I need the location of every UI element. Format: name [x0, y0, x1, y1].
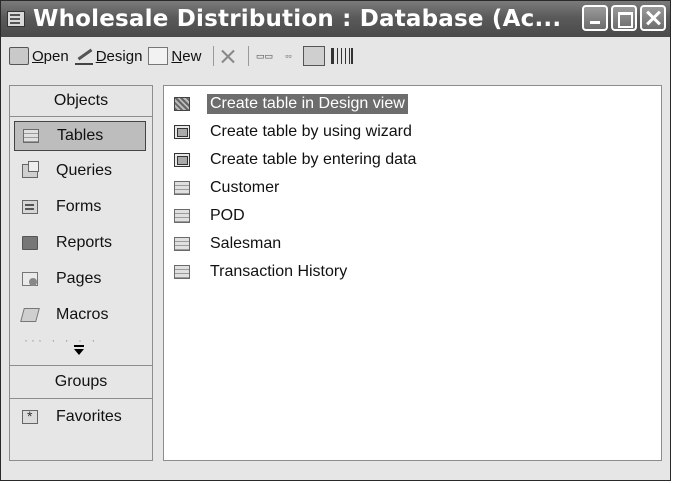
new-label: ew — [182, 47, 202, 65]
list-view-button[interactable] — [303, 46, 326, 66]
access-database-window: Wholesale Distribution : Database (Ac...… — [0, 0, 671, 481]
open-label-accel: O — [32, 47, 44, 65]
list-item-pod[interactable]: POD — [164, 202, 661, 230]
objects-header[interactable]: Objects — [10, 86, 152, 117]
table-icon — [174, 237, 190, 251]
open-icon — [9, 47, 29, 65]
delete-icon — [220, 48, 236, 64]
delete-button[interactable] — [220, 48, 236, 64]
details-view-button[interactable] — [331, 48, 354, 64]
sidebar-item-label: Tables — [57, 127, 104, 144]
details-icon — [331, 48, 354, 64]
sidebar-item-label: Queries — [56, 162, 113, 179]
close-button[interactable] — [640, 5, 666, 31]
table-icon — [174, 181, 190, 195]
sidebar-item-pages[interactable]: Pages — [10, 261, 152, 297]
query-icon — [22, 161, 39, 178]
database-content: Objects Tables Queries Forms Reports Pag… — [9, 81, 664, 465]
sidebar-item-forms[interactable]: Forms — [10, 189, 152, 225]
small-icons-icon: ▫▫ — [285, 51, 292, 61]
sidebar-item-label: Favorites — [56, 408, 122, 425]
database-window-icon[interactable] — [7, 11, 25, 27]
window-bottom-edge — [1, 466, 670, 480]
sidebar-item-reports[interactable]: Reports — [10, 225, 152, 261]
large-icons-button[interactable]: ▭▭ — [255, 49, 273, 63]
table-icon — [174, 209, 190, 223]
small-icons-button[interactable]: ▫▫ — [279, 49, 297, 63]
objects-list: Create table in Design view Create table… — [163, 85, 662, 461]
objects-bar: Objects Tables Queries Forms Reports Pag… — [9, 85, 153, 461]
list-item-label: Create table by using wizard — [210, 123, 412, 140]
report-icon — [22, 236, 38, 250]
list-item-label: Create table by entering data — [210, 151, 417, 168]
sidebar-item-tables[interactable]: Tables — [14, 121, 146, 151]
list-item-label: POD — [210, 207, 245, 224]
wizard-icon — [174, 125, 190, 139]
design-label: esign — [106, 47, 143, 65]
toolbar-separator — [248, 46, 250, 66]
table-icon — [23, 129, 39, 143]
list-item-customer[interactable]: Customer — [164, 174, 661, 202]
list-item-label: Customer — [210, 179, 280, 196]
design-view-icon — [174, 97, 190, 111]
open-label: pen — [43, 47, 69, 65]
list-item-salesman[interactable]: Salesman — [164, 230, 661, 258]
list-item-label: Transaction History — [210, 263, 348, 280]
groups-header[interactable]: Groups — [10, 365, 152, 399]
list-item-transaction-history[interactable]: Transaction History — [164, 258, 661, 286]
sidebar-item-label: Pages — [56, 270, 102, 287]
design-icon — [74, 47, 93, 65]
sidebar-item-macros[interactable]: Macros — [10, 297, 152, 333]
favorites-icon — [22, 408, 38, 424]
window-title: Wholesale Distribution : Database (Ac... — [33, 6, 562, 32]
sidebar-item-favorites[interactable]: Favorites — [10, 399, 152, 435]
list-item-create-wizard[interactable]: Create table by using wizard — [164, 118, 661, 146]
new-icon — [148, 47, 169, 65]
table-icon — [174, 265, 190, 279]
sidebar-item-queries[interactable]: Queries — [10, 153, 152, 189]
macro-icon — [20, 308, 40, 322]
title-bar[interactable]: Wholesale Distribution : Database (Ac... — [1, 1, 670, 37]
open-button[interactable]: Open — [9, 47, 69, 65]
database-toolbar: Open Design New ▭▭ ▫▫ — [1, 37, 670, 75]
toolbar-separator — [213, 46, 215, 66]
list-item-label: Create table in Design view — [207, 94, 408, 114]
sidebar-item-label: Reports — [56, 234, 113, 251]
form-icon — [22, 200, 38, 214]
list-icon — [303, 46, 326, 66]
chevron-down-icon[interactable] — [74, 345, 84, 355]
maximize-button[interactable] — [611, 5, 637, 31]
new-button[interactable]: New — [148, 47, 201, 65]
page-icon — [22, 272, 38, 286]
list-item-create-design-view[interactable]: Create table in Design view — [164, 90, 661, 118]
window-controls — [582, 5, 666, 31]
design-button[interactable]: Design — [74, 47, 143, 65]
faded-next-item: ··· · · · · — [24, 333, 99, 347]
wizard-icon — [174, 153, 190, 167]
list-item-create-entering-data[interactable]: Create table by entering data — [164, 146, 661, 174]
design-label-accel: D — [95, 47, 107, 65]
sidebar-item-label: Forms — [56, 198, 102, 215]
list-item-label: Salesman — [210, 235, 282, 252]
more-objects-scroll[interactable]: ··· · · · · — [10, 333, 152, 363]
minimize-button[interactable] — [582, 5, 608, 31]
sidebar-item-label: Macros — [56, 306, 109, 323]
large-icons-icon: ▭▭ — [255, 51, 273, 61]
new-label-accel: N — [171, 47, 183, 65]
